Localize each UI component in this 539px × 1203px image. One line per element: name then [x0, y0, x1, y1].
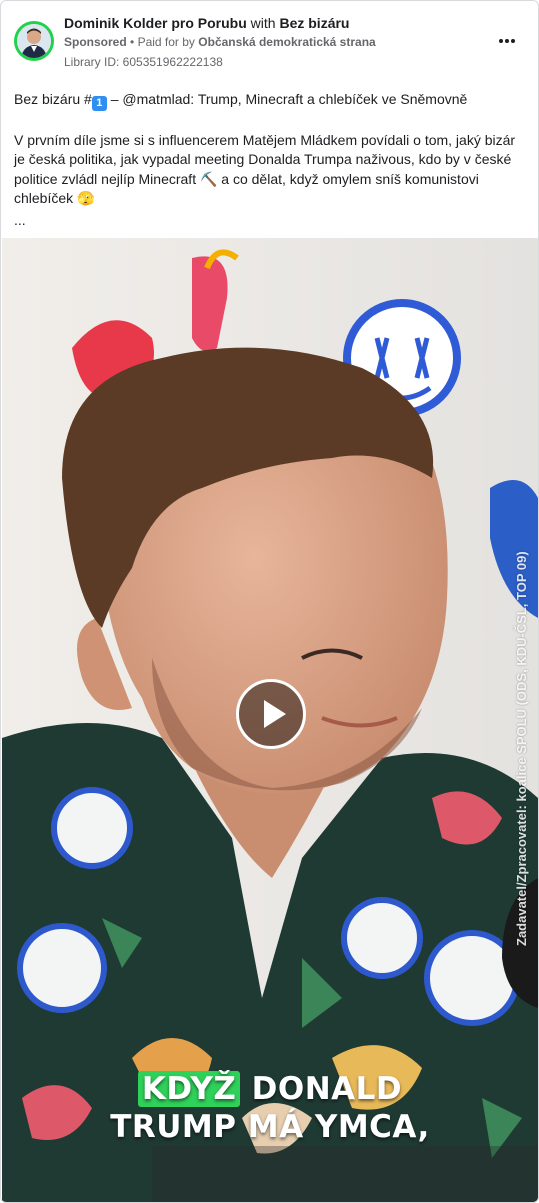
- library-id: Library ID: 605351962222138: [64, 55, 223, 69]
- post-header: Dominik Kolder pro Porubu with Bez bizár…: [1, 1, 538, 81]
- ad-card: Dominik Kolder pro Porubu with Bez bizár…: [0, 0, 539, 1203]
- post-title: Bez bizáru #1 – @matmlad: Trump, Minecra…: [14, 91, 468, 111]
- page-avatar[interactable]: [14, 21, 54, 61]
- page-name-link[interactable]: Dominik Kolder pro Porubu: [64, 15, 247, 31]
- avatar-photo: [17, 24, 51, 58]
- with-word: with: [250, 15, 276, 31]
- video-disclaimer-text: Zadavatel/Zpracovatel: koalice SPOLU (OD…: [514, 551, 529, 946]
- sponsored-label: Sponsored: [64, 35, 127, 49]
- more-options-icon[interactable]: [493, 29, 521, 53]
- payer-link[interactable]: Občanská demokratická strana: [198, 35, 375, 49]
- see-more-ellipsis[interactable]: ...: [14, 211, 529, 231]
- keycap-one-emoji: 1: [91, 96, 107, 111]
- play-icon: [264, 700, 286, 728]
- separator-dot: •: [130, 35, 138, 49]
- partner-name-link[interactable]: Bez bizáru: [279, 15, 349, 31]
- post-text: Bez bizáru #1 – @matmlad: Trump, Minecra…: [14, 90, 529, 230]
- post-body: V prvním díle jsme si s influencerem Mat…: [14, 131, 516, 207]
- paid-for-by-label: Paid for by: [137, 35, 195, 49]
- caption-line-1: KDYŽ DONALD: [2, 1070, 538, 1108]
- play-button[interactable]: [236, 679, 306, 749]
- caption-highlight: KDYŽ: [137, 1071, 241, 1107]
- sponsor-line: Sponsored • Paid for by Občanská demokra…: [64, 35, 376, 50]
- caption-line-2: TRUMP MÁ YMCA,: [110, 1109, 430, 1145]
- video-caption: KDYŽ DONALD TRUMP MÁ YMCA,: [2, 1070, 538, 1146]
- page-name-line: Dominik Kolder pro Porubu with Bez bizár…: [64, 15, 349, 32]
- video-player[interactable]: Zadavatel/Zpracovatel: koalice SPOLU (OD…: [2, 238, 538, 1202]
